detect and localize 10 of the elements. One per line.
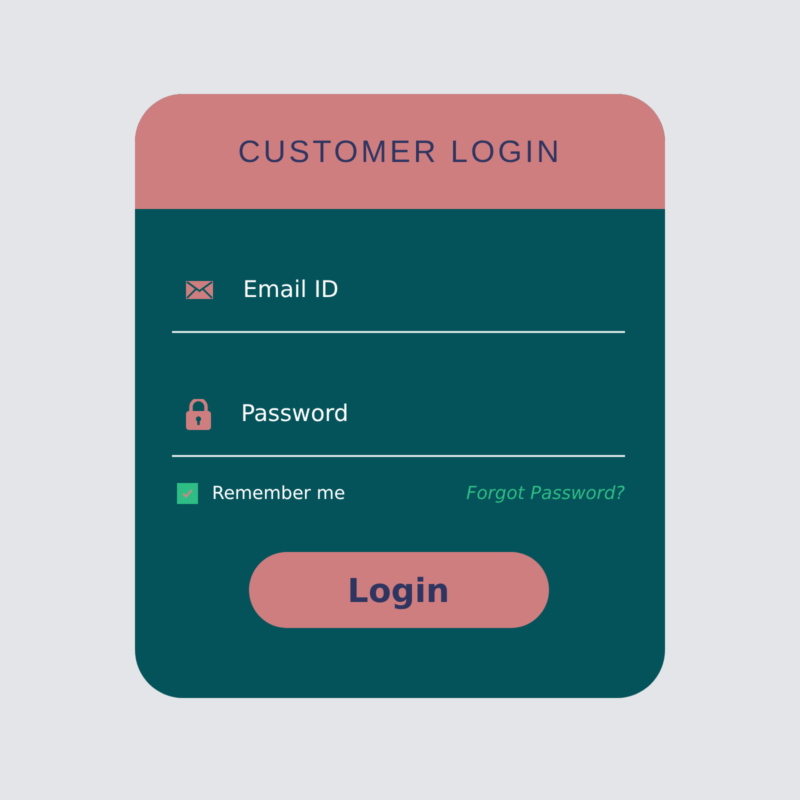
- padlock-icon: [186, 398, 211, 430]
- card-title: CUSTOMER LOGIN: [238, 134, 562, 170]
- login-button[interactable]: Login: [248, 552, 548, 628]
- email-field[interactable]: Email ID: [243, 277, 625, 303]
- forgot-password-link[interactable]: Forgot Password?: [466, 483, 625, 504]
- check-icon: [182, 489, 193, 498]
- checkbox-label: Remember me: [212, 483, 346, 504]
- password-field[interactable]: Password: [241, 401, 625, 427]
- envelope-icon: [186, 281, 213, 299]
- checkbox[interactable]: [177, 483, 198, 504]
